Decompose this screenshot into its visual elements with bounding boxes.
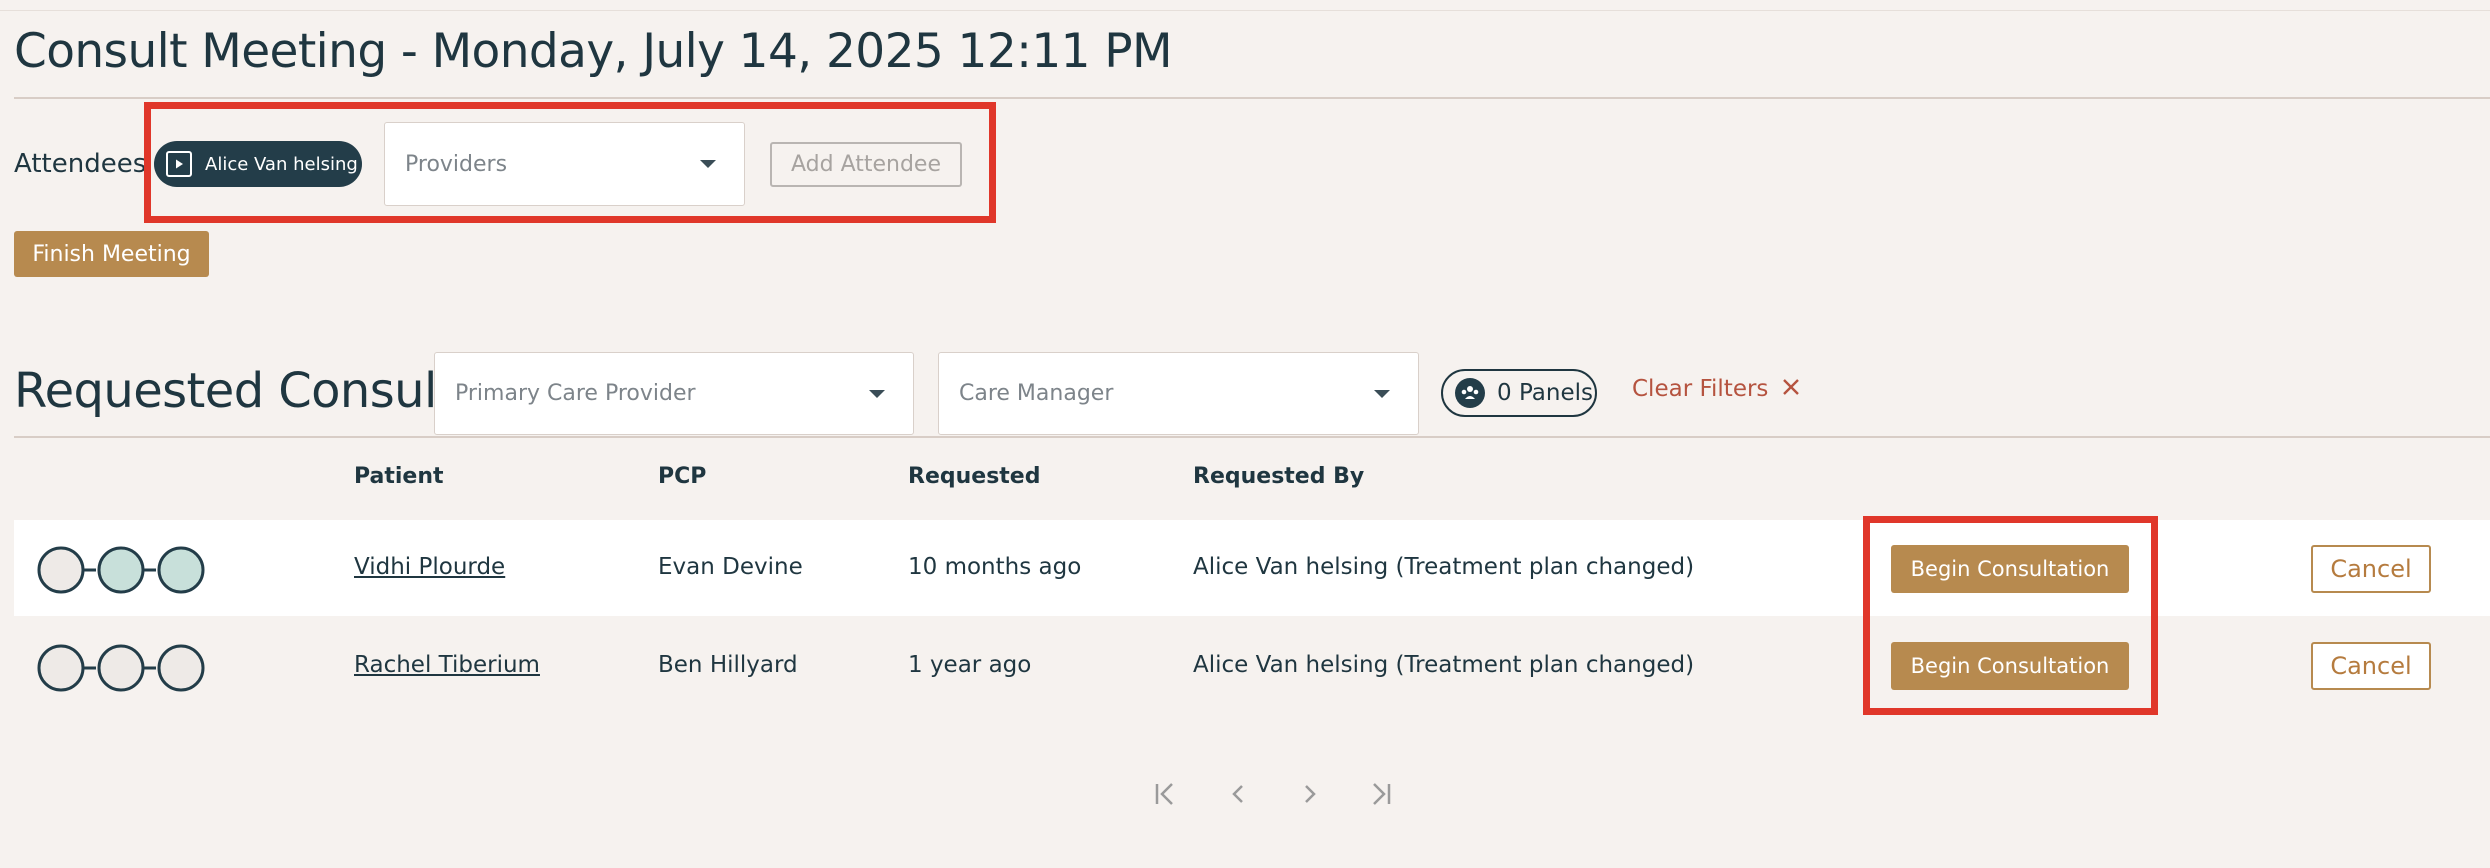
- top-divider: [0, 10, 2490, 11]
- status-circles: [37, 644, 205, 692]
- highlight-box-begin-consultation: [1863, 516, 2158, 715]
- finish-meeting-button[interactable]: Finish Meeting: [14, 231, 209, 277]
- cancel-button[interactable]: Cancel: [2311, 545, 2431, 593]
- people-group-icon: [1455, 378, 1485, 408]
- status-circles: [37, 546, 205, 594]
- patient-link[interactable]: Vidhi Plourde: [354, 554, 505, 580]
- requested-by-cell: Alice Van helsing (Treatment plan change…: [1193, 554, 1695, 580]
- panels-filter-button[interactable]: 0 Panels: [1441, 369, 1597, 417]
- caret-down-icon: [869, 389, 885, 398]
- caret-down-icon: [1374, 389, 1390, 398]
- care-manager-filter-placeholder: Care Manager: [959, 381, 1114, 406]
- attendees-label: Attendees: [14, 149, 147, 179]
- column-header-pcp: PCP: [658, 464, 707, 489]
- column-header-requested-by: Requested By: [1193, 464, 1365, 489]
- requested-by-cell: Alice Van helsing (Treatment plan change…: [1193, 652, 1695, 678]
- column-header-patient: Patient: [354, 464, 444, 489]
- prev-page-icon[interactable]: [1226, 780, 1250, 808]
- requested-cell: 10 months ago: [908, 554, 1082, 580]
- first-page-icon[interactable]: [1152, 780, 1180, 808]
- pcp-filter-placeholder: Primary Care Provider: [455, 381, 696, 406]
- requested-cell: 1 year ago: [908, 652, 1032, 678]
- column-header-requested: Requested: [908, 464, 1041, 489]
- clear-filters-label: Clear Filters: [1632, 376, 1769, 402]
- cancel-button[interactable]: Cancel: [2311, 642, 2431, 690]
- pcp-cell: Ben Hillyard: [658, 652, 798, 678]
- highlight-box-attendees: [144, 102, 996, 223]
- clear-filters-button[interactable]: Clear Filters: [1632, 376, 1800, 402]
- panels-filter-label: 0 Panels: [1497, 380, 1593, 406]
- consult-meeting-page: Consult Meeting - Monday, July 14, 2025 …: [0, 0, 2490, 868]
- section-divider: [14, 436, 2490, 438]
- last-page-icon[interactable]: [1366, 780, 1394, 808]
- care-manager-filter-select[interactable]: Care Manager: [938, 352, 1419, 435]
- pcp-filter-select[interactable]: Primary Care Provider: [434, 352, 914, 435]
- header-divider: [14, 97, 2490, 99]
- close-icon: [1782, 376, 1800, 402]
- page-title: Consult Meeting - Monday, July 14, 2025 …: [14, 24, 1173, 79]
- patient-link[interactable]: Rachel Tiberium: [354, 652, 540, 678]
- section-title: Requested Consults: [14, 363, 480, 419]
- next-page-icon[interactable]: [1298, 780, 1322, 808]
- pcp-cell: Evan Devine: [658, 554, 803, 580]
